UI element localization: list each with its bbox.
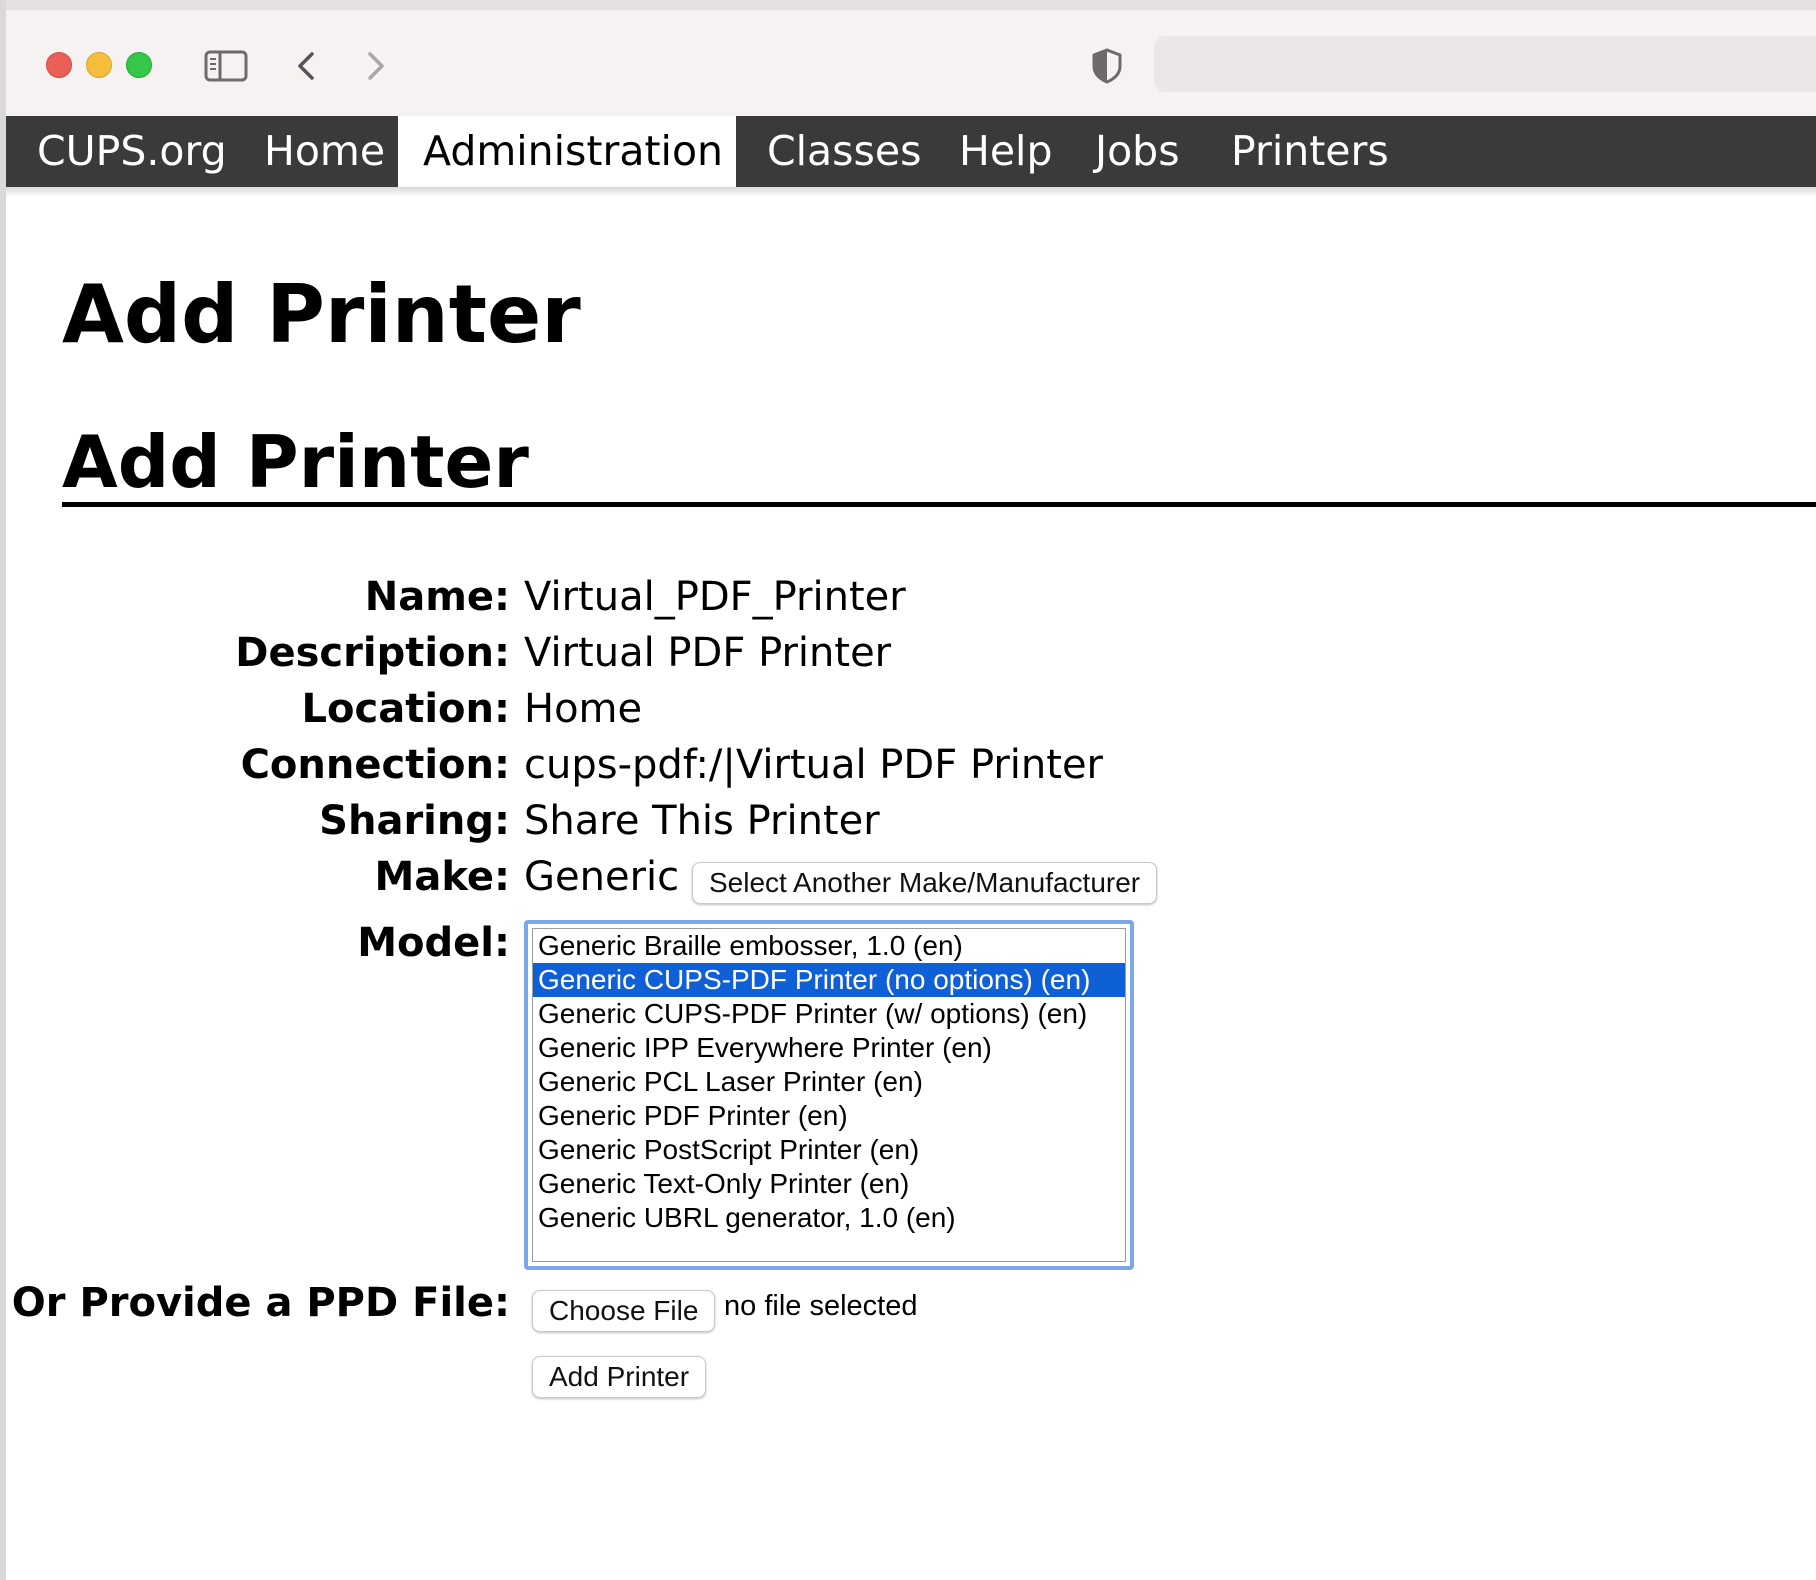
model-options: Generic Braille embosser, 1.0 (en) Gener…	[532, 928, 1126, 1262]
model-option[interactable]: Generic Braille embosser, 1.0 (en)	[533, 929, 1125, 963]
no-file-selected-text: no file selected	[724, 1290, 918, 1322]
name-label: Name:	[364, 574, 510, 620]
zoom-window-button[interactable]	[126, 52, 152, 78]
sidebar-toggle-icon[interactable]	[204, 46, 248, 86]
ppd-file-label: Or Provide a PPD File:	[11, 1280, 510, 1326]
location-value: Home	[524, 686, 643, 732]
forward-icon[interactable]	[358, 46, 392, 86]
choose-file-button[interactable]: Choose File	[532, 1290, 716, 1332]
model-label: Model:	[357, 920, 510, 966]
address-bar[interactable]	[1154, 36, 1816, 92]
privacy-shield-icon[interactable]	[1090, 46, 1124, 86]
description-value: Virtual PDF Printer	[524, 630, 892, 676]
nav-printers[interactable]: Printers	[1206, 116, 1414, 187]
nav-administration[interactable]: Administration	[398, 116, 736, 187]
browser-toolbar	[6, 0, 1816, 116]
nav-home[interactable]: Home	[239, 116, 410, 187]
top-navigation: CUPS.org Home Administration Classes Hel…	[6, 116, 1816, 187]
description-label: Description:	[235, 630, 510, 676]
nav-help[interactable]: Help	[934, 116, 1077, 187]
location-label: Location:	[301, 686, 510, 732]
model-option[interactable]: Generic Text-Only Printer (en)	[533, 1167, 1125, 1201]
make-label: Make:	[374, 854, 510, 900]
make-value: Generic	[524, 854, 680, 900]
name-value: Virtual_PDF_Printer	[524, 574, 906, 620]
section-divider	[62, 502, 1816, 507]
nav-classes[interactable]: Classes	[742, 116, 946, 187]
model-option[interactable]: Generic IPP Everywhere Printer (en)	[533, 1031, 1125, 1065]
browser-window: CUPS.org Home Administration Classes Hel…	[0, 0, 1816, 1580]
close-window-button[interactable]	[46, 52, 72, 78]
select-make-button[interactable]: Select Another Make/Manufacturer	[692, 862, 1158, 904]
connection-value: cups-pdf:/|Virtual PDF Printer	[524, 742, 1104, 788]
minimize-window-button[interactable]	[86, 52, 112, 78]
nav-cups-org[interactable]: CUPS.org	[12, 116, 252, 187]
model-option[interactable]: Generic PostScript Printer (en)	[533, 1133, 1125, 1167]
back-icon[interactable]	[290, 46, 324, 86]
sharing-label: Sharing:	[319, 798, 510, 844]
section-title: Add Printer	[62, 420, 529, 504]
model-listbox[interactable]: Generic Braille embosser, 1.0 (en) Gener…	[524, 920, 1134, 1270]
model-option[interactable]: Generic CUPS-PDF Printer (w/ options) (e…	[533, 997, 1125, 1031]
model-option[interactable]: Generic PDF Printer (en)	[533, 1099, 1125, 1133]
page-title: Add Printer	[62, 268, 581, 361]
sharing-value: Share This Printer	[524, 798, 880, 844]
connection-label: Connection:	[240, 742, 510, 788]
model-option-selected[interactable]: Generic CUPS-PDF Printer (no options) (e…	[533, 963, 1125, 997]
nav-jobs[interactable]: Jobs	[1070, 116, 1205, 187]
add-printer-button[interactable]: Add Printer	[532, 1356, 707, 1398]
nav-shadow	[6, 187, 1816, 197]
model-option[interactable]: Generic UBRL generator, 1.0 (en)	[533, 1201, 1125, 1235]
model-option[interactable]: Generic PCL Laser Printer (en)	[533, 1065, 1125, 1099]
